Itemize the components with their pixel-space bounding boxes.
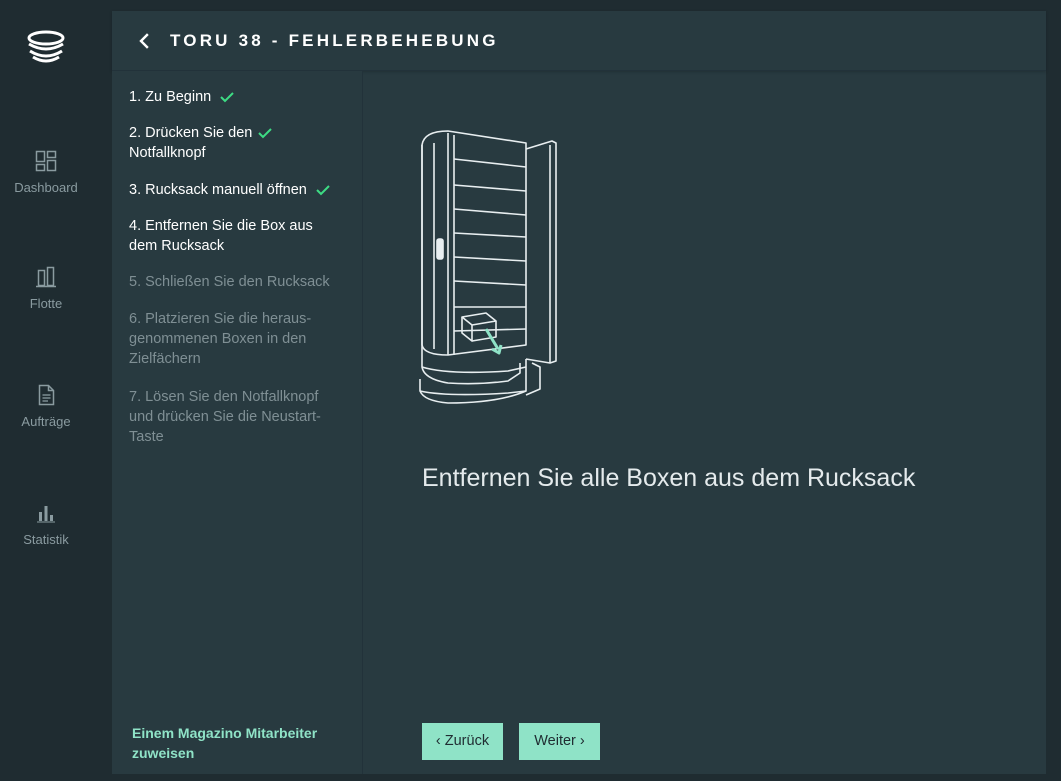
next-button[interactable]: Weiter ›: [519, 723, 600, 760]
dashboard-icon: [35, 150, 57, 172]
step-item[interactable]: 7. Lösen Sie den Notfallknopf und drücke…: [129, 387, 344, 447]
troubleshooting-panel: TORU 38 - FEHLERBEHEBUNG 1. Zu Beginn 2.…: [112, 11, 1046, 774]
step-item[interactable]: 6. Platzieren Sie die heraus-genommenen …: [129, 309, 334, 369]
statistics-icon: [37, 506, 55, 523]
back-chevron-icon[interactable]: [136, 31, 152, 51]
magazino-logo-icon[interactable]: [26, 30, 66, 66]
chevron-right-icon: ›: [579, 733, 585, 749]
nav-item-label: Dashboard: [14, 180, 78, 195]
nav-item-label: Statistik: [23, 532, 69, 547]
nav-item-label: Flotte: [29, 296, 63, 311]
nav-item-auftraege[interactable]: Aufträge: [0, 384, 92, 429]
checkmark-icon: [258, 128, 272, 139]
step-label: 7. Lösen Sie den Notfallknopf und drücke…: [129, 389, 321, 445]
step-label: 5. Schließen Sie den Rucksack: [129, 274, 330, 290]
step-label: 1. Zu Beginn: [129, 89, 212, 105]
robot-backpack-illustration: [419, 130, 557, 404]
step-item-current[interactable]: 4. Entfernen Sie die Box aus dem Rucksac…: [129, 216, 334, 256]
step-label: 2. Drücken Sie den Notfallknopf: [129, 125, 253, 161]
nav-item-dashboard[interactable]: Dashboard: [0, 150, 92, 195]
step-item[interactable]: 2. Drücken Sie den Notfallknopf: [129, 123, 289, 163]
page-title: TORU 38 - FEHLERBEHEBUNG: [170, 31, 499, 50]
checkmark-icon: [220, 92, 234, 103]
step-item[interactable]: 1. Zu Beginn: [129, 87, 354, 107]
back-button[interactable]: ‹ Zurück: [422, 723, 503, 760]
steps-sidebar: 1. Zu Beginn 2. Drücken Sie den Notfallk…: [112, 71, 363, 774]
back-button-label: Zurück: [444, 733, 490, 749]
step-label: 6. Platzieren Sie die heraus-genommenen …: [129, 311, 312, 367]
page-header: TORU 38 - FEHLERBEHEBUNG: [112, 11, 1046, 71]
nav-item-flotte[interactable]: Flotte: [0, 266, 92, 311]
step-label: 3. Rucksack manuell öffnen: [129, 182, 307, 198]
chevron-left-icon: ‹: [435, 733, 441, 749]
step-item[interactable]: 3. Rucksack manuell öffnen: [129, 180, 354, 200]
fleet-icon: [36, 266, 56, 288]
nav-rail: Dashboard Flotte Aufträge Statistik: [0, 0, 92, 781]
instruction-text: Entfernen Sie alle Boxen aus dem Rucksac…: [422, 464, 916, 492]
nav-item-label: Aufträge: [21, 414, 71, 429]
step-label: 4. Entfernen Sie die Box aus dem Rucksac…: [129, 218, 313, 254]
assign-employee-link[interactable]: Einem Magazino Mitarbeiter zuweisen: [132, 723, 352, 763]
step-item[interactable]: 5. Schließen Sie den Rucksack: [129, 272, 354, 292]
nav-item-statistik[interactable]: Statistik: [0, 502, 92, 547]
orders-icon: [38, 384, 55, 406]
next-button-label: Weiter: [534, 733, 576, 749]
checkmark-icon: [316, 185, 330, 196]
